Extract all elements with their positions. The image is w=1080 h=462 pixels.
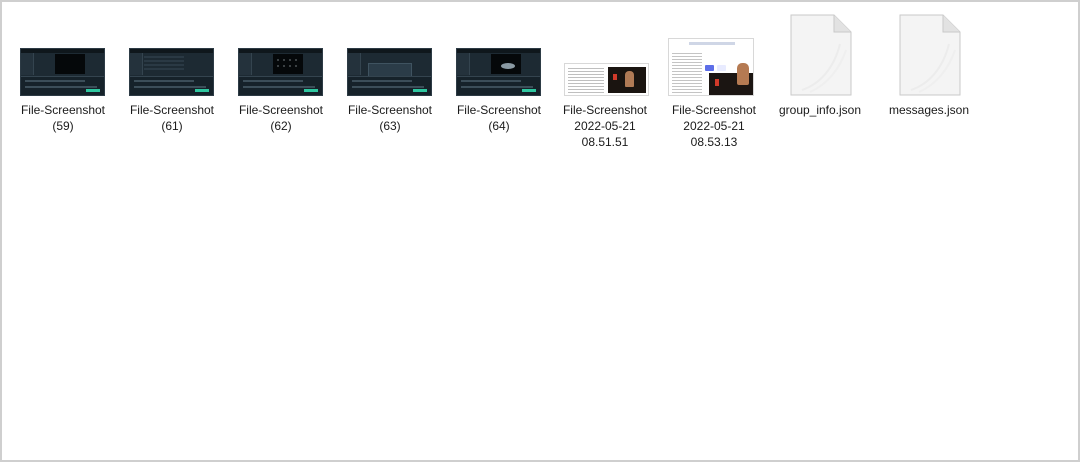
- file-item[interactable]: File-Screenshot (64): [447, 8, 551, 158]
- file-name: File-Screenshot 2022-05-21 08.53.13: [671, 103, 757, 149]
- image-thumbnail: [229, 8, 333, 96]
- file-name: messages.json: [888, 103, 970, 117]
- file-name: File-Screenshot (63): [347, 103, 433, 133]
- file-name: File-Screenshot (62): [238, 103, 324, 133]
- image-thumbnail: [11, 8, 115, 96]
- file-item[interactable]: File-Screenshot 2022-05-21 08.51.51: [553, 8, 657, 158]
- file-name: File-Screenshot (64): [456, 103, 542, 133]
- file-name: File-Screenshot (61): [129, 103, 215, 133]
- document-icon: [899, 14, 961, 96]
- file-item[interactable]: File-Screenshot (61): [120, 8, 224, 158]
- file-name: File-Screenshot 2022-05-21 08.51.51: [562, 103, 648, 149]
- file-item[interactable]: File-Screenshot (62): [229, 8, 333, 158]
- file-item[interactable]: File-Screenshot 2022-05-21 08.53.13: [662, 8, 766, 158]
- image-thumbnail: [120, 8, 224, 96]
- file-name: File-Screenshot (59): [20, 103, 106, 133]
- image-thumbnail: [338, 8, 442, 96]
- file-item[interactable]: File-Screenshot (63): [338, 8, 442, 158]
- file-grid: File-Screenshot (59) File-Screenshot (61…: [6, 8, 1074, 208]
- image-thumbnail: [662, 8, 766, 96]
- image-thumbnail: [447, 8, 551, 96]
- file-item[interactable]: File-Screenshot (59): [11, 8, 115, 158]
- document-icon: [790, 14, 852, 96]
- file-item[interactable]: messages.json: [877, 8, 981, 158]
- file-name: group_info.json: [778, 103, 862, 117]
- image-thumbnail: [553, 8, 657, 96]
- file-item[interactable]: group_info.json: [768, 8, 872, 158]
- file-explorer-window: File-Screenshot (59) File-Screenshot (61…: [0, 0, 1080, 462]
